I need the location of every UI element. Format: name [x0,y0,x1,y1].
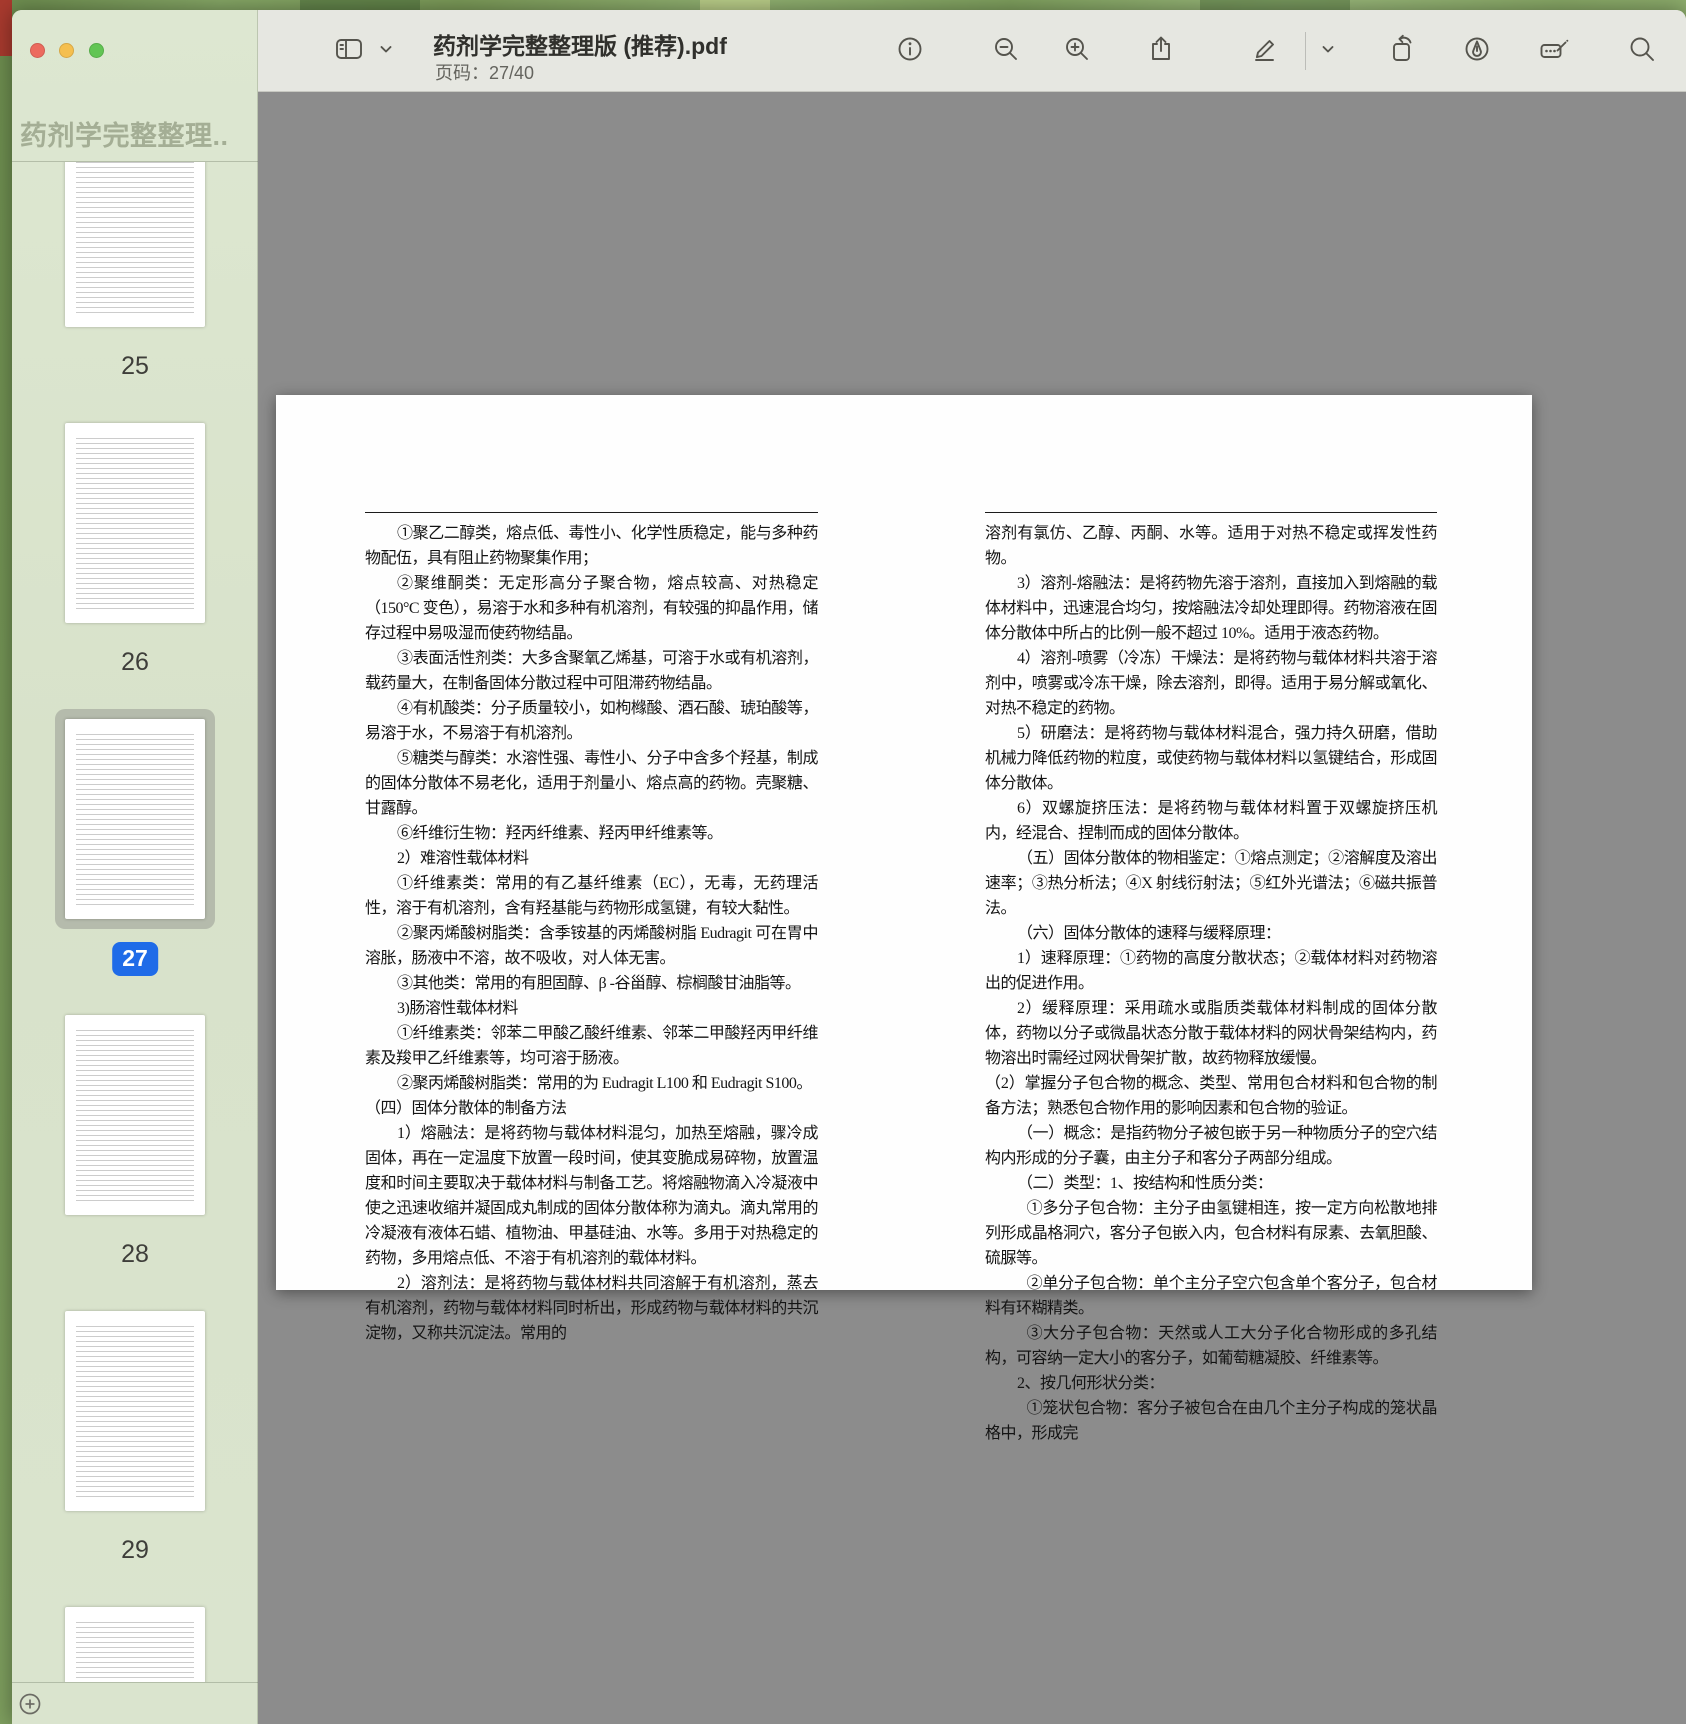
paragraph: 2）缓释原理：采用疏水或脂质类载体材料制成的固体分散体，药物以分子或微晶状态分散… [985,1000,1438,1067]
thumbnail-preview-lines [76,1326,194,1500]
thumbnail-preview-lines [76,734,194,908]
paragraph: （二）类型：1、按结构和性质分类： [1017,1175,1273,1192]
paragraph: ⑤糖类与醇类：水溶性强、毒性小、分子中含多个羟基，制成的固体分散体不易老化，适用… [365,750,819,817]
paragraph: ②聚丙烯酸树脂类：含季铵基的丙烯酸树脂 Eudragit 可在胃中溶胀，肠液中不… [365,925,819,967]
page-number-label: 25 [121,352,149,380]
sidebar-mode-chevron-button[interactable] [370,26,402,74]
toolbar: 药剂学完整整理版 (推荐).pdf 页码：27/40 [258,10,1686,92]
page-number-label: 28 [121,1240,149,1268]
right-column: 溶剂有氯仿、乙醇、丙酮、水等。适用于对热不稳定或挥发性药物。 3）溶剂-熔融法：是… [985,512,1438,1446]
paragraph: ①笼状包合物：客分子被包合在由几个主分子构成的笼状晶格中，形成完 [985,1400,1438,1442]
left-column: ①聚乙二醇类，熔点低、毒性小、化学性质稳定，能与多种药物配伍，具有阻止药物聚集作… [365,512,819,1346]
page-number-label: 26 [121,648,149,676]
markup-button[interactable] [1241,26,1289,74]
thumbnail-preview-lines [76,438,194,612]
pen-nib-icon [1463,35,1491,66]
paragraph: 1）速释原理：①药物的高度分散状态；②载体材料对药物溶出的促进作用。 [985,950,1438,992]
paragraph: ①聚乙二醇类，熔点低、毒性小、化学性质稳定，能与多种药物配伍，具有阻止药物聚集作… [365,525,819,567]
paragraph: 2）溶剂法：是将药物与载体材料共同溶解于有机溶剂，蒸去有机溶剂，药物与载体材料同… [365,1275,819,1342]
thumbnail-page-25[interactable] [65,162,205,327]
sidebar-toggle-button[interactable] [325,26,373,74]
page-indicator: 页码：27/40 [435,63,535,83]
add-page-button[interactable] [18,1692,42,1719]
thumbnail-preview-lines [76,162,194,316]
thumbnail-page-27[interactable] [65,719,205,919]
paragraph: （六）固体分散体的速释与缓释原理： [1017,925,1281,942]
document-viewport[interactable]: ①聚乙二醇类，熔点低、毒性小、化学性质稳定，能与多种药物配伍，具有阻止药物聚集作… [258,92,1686,1724]
sidebar-toggle-icon [334,36,364,65]
paragraph: （2）掌握分子包合物的概念、类型、常用包合材料和包合物的制备方法；熟悉包合物作用… [985,1075,1438,1117]
paragraph: 溶剂有氯仿、乙醇、丙酮、水等。适用于对热不稳定或挥发性药物。 [985,525,1438,567]
zoom-in-button[interactable] [1053,26,1101,74]
sidebar-document-title: 药剂学完整整理... [20,121,230,151]
paragraph: ④有机酸类：分子质量较小，如枸橼酸、酒石酸、琥珀酸等，易溶于水，不易溶于有机溶剂… [365,700,819,742]
chevron-down-icon [1320,41,1336,60]
toolbar-divider [1305,32,1306,70]
search-button[interactable] [1618,26,1666,74]
paragraph: 1）熔融法：是将药物与载体材料混匀，加热至熔融，骤冷成固体，再在一定温度下放置一… [365,1125,819,1267]
window-title: 药剂学完整整理版 (推荐).pdf [433,33,727,59]
paragraph: （五）固体分散体的物相鉴定：①熔点测定；②溶解度及溶出速率；③热分析法；④X 射… [985,850,1438,917]
search-icon [1628,35,1656,66]
paragraph: 3）溶剂-熔融法：是将药物先溶于溶剂，直接加入到熔融的载体材料中，迅速混合均匀，… [985,575,1438,642]
paragraph: ①纤维素类：邻苯二甲酸乙酸纤维素、邻苯二甲酸羟丙甲纤维素及羧甲乙纤维素等，均可溶… [365,1025,819,1067]
selected-page-badge: 27 [112,942,158,976]
paragraph: 5）研磨法：是将药物与载体材料混合，强力持久研磨，借助机械力降低药物的粒度，或使… [985,725,1438,792]
share-button[interactable] [1137,26,1185,74]
rotate-left-button[interactable] [1380,26,1428,74]
share-icon [1148,35,1174,66]
paragraph: ②单分子包合物：单个主分子空穴包含单个客分子，包合材料有环糊精类。 [985,1275,1438,1317]
minimize-button[interactable] [59,43,75,58]
sidebar: 药剂学完整整理... 25 26 27 28 29 [12,10,258,1724]
thumbnail-page-26[interactable] [65,423,205,623]
annotate-pen-button[interactable] [1453,26,1501,74]
preview-window: 药剂学完整整理... 25 26 27 28 29 药剂学完整整理版 (推荐).pdf … [12,10,1686,1724]
wallpaper-accent [700,0,770,10]
wallpaper-accent [300,0,420,10]
paragraph: 2、按几何形状分类： [1017,1375,1165,1392]
plus-circle-icon [18,1693,42,1719]
zoom-out-icon [992,35,1020,66]
thumbnail-page-28[interactable] [65,1015,205,1215]
thumbnail-preview-lines [76,1622,194,1682]
page-number-label: 29 [121,1536,149,1564]
sidebar-bottom-bar [12,1682,258,1724]
form-fill-icon [1539,36,1571,65]
paragraph: ②聚丙烯酸树脂类：常用的为 Eudragit L100 和 Eudragit S… [397,1075,812,1092]
pdf-page: ①聚乙二醇类，熔点低、毒性小、化学性质稳定，能与多种药物配伍，具有阻止药物聚集作… [276,395,1532,1442]
thumbnail-preview-lines [76,1030,194,1204]
chevron-down-icon [378,41,394,60]
rotate-left-icon [1389,34,1419,67]
info-button[interactable] [886,26,934,74]
fullscreen-button[interactable] [88,43,104,58]
thumbnail-page-30[interactable] [65,1607,205,1682]
markup-chevron-button[interactable] [1312,26,1344,74]
info-icon [896,35,924,66]
paragraph: ②聚维酮类：无定形高分子聚合物，熔点较高、对热稳定（150°C 变色），易溶于水… [365,575,819,642]
paragraph: （一）概念：是指药物分子被包嵌于另一种物质分子的空穴结构内形成的分子囊，由主分子… [985,1125,1438,1167]
paragraph: 2）难溶性载体材料 [397,850,529,867]
markup-pencil-icon [1251,35,1279,66]
paragraph: ①多分子包合物：主分子由氢键相连，按一定方向松散地排列形成晶格洞穴，客分子包嵌入… [985,1200,1438,1267]
paragraph: ③大分子包合物：天然或人工大分子化合物形成的多孔结构，可容纳一定大小的客分子，如… [985,1325,1438,1367]
window-controls [30,43,114,59]
zoom-out-button[interactable] [982,26,1030,74]
zoom-in-icon [1063,35,1091,66]
paragraph: ⑥纤维衍生物：羟丙纤维素、羟丙甲纤维素等。 [397,825,723,842]
paragraph: ①纤维素类：常用的有乙基纤维素（EC），无毒，无药理活性，溶于有机溶剂，含有羟基… [365,875,819,917]
paragraph: 6）双螺旋挤压法：是将药物与载体材料置于双螺旋挤压机内，经混合、捏制而成的固体分… [985,800,1438,842]
paragraph: （四）固体分散体的制备方法 [365,1100,567,1117]
desktop: { "titlebar": { "traffic_lights": [ {"na… [0,0,1686,1724]
paragraph: ③表面活性剂类：大多含聚氧乙烯基，可溶于水或有机溶剂，载药量大，在制备固体分散过… [365,650,819,692]
thumbnail-list[interactable]: 25 26 27 28 29 [12,162,258,1682]
paragraph: 4）溶剂-喷雾（冷冻）干燥法：是将药物与载体材料共溶于溶剂中，喷雾或冷冻干燥，除… [985,650,1438,717]
wallpaper-accent [1200,0,1350,10]
form-fill-button[interactable] [1531,26,1579,74]
wallpaper-accent [0,0,12,56]
thumbnail-page-29[interactable] [65,1311,205,1511]
paragraph: ③其他类：常用的有胆固醇、β -谷甾醇、棕榈酸甘油脂等。 [397,975,801,992]
close-button[interactable] [30,43,45,58]
paragraph: 3)肠溶性载体材料 [397,1000,518,1017]
